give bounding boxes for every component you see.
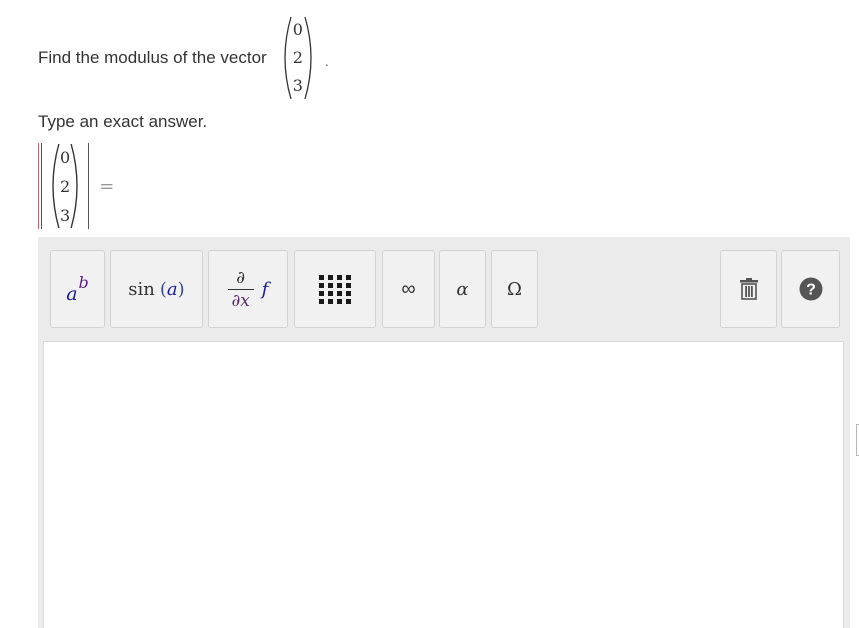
derivative-denominator: ∂x bbox=[231, 290, 250, 311]
vector-entry: 0 bbox=[292, 20, 303, 39]
alpha-icon: α bbox=[456, 278, 469, 300]
help-button[interactable]: ? bbox=[781, 250, 840, 328]
question-suffix: . bbox=[324, 53, 329, 69]
modulus-bar-left-inner bbox=[41, 143, 42, 229]
left-paren bbox=[45, 143, 61, 229]
clear-button[interactable] bbox=[720, 250, 777, 328]
answer-vector: 0 2 3 bbox=[45, 143, 85, 229]
trig-button[interactable]: sin ( a ) bbox=[110, 250, 203, 328]
trig-open-paren: ( bbox=[159, 278, 167, 300]
right-paren bbox=[69, 143, 85, 229]
help-icon: ? bbox=[799, 277, 822, 301]
question-vector: 0 2 3 bbox=[277, 16, 319, 100]
trig-arg: a bbox=[166, 278, 178, 300]
derivative-fraction: ∂ ∂x bbox=[227, 267, 254, 311]
svg-text:?: ? bbox=[806, 282, 816, 299]
trash-icon bbox=[739, 278, 758, 300]
modulus-bar-right bbox=[88, 143, 90, 229]
trig-close-paren: ) bbox=[177, 278, 185, 300]
left-paren bbox=[277, 16, 293, 100]
derivative-func: f bbox=[261, 278, 269, 300]
symbols-button[interactable]: Ω bbox=[491, 250, 538, 328]
math-editor: a b sin ( a ) ∂ ∂x f ∞ α Ω ? bbox=[38, 237, 850, 628]
matrix-button[interactable] bbox=[294, 250, 376, 328]
instruction-text: Type an exact answer. bbox=[38, 112, 208, 131]
question-prefix: Find the modulus of the vector bbox=[38, 48, 267, 67]
derivative-numerator: ∂ bbox=[236, 267, 246, 288]
equals-sign: = bbox=[99, 175, 115, 197]
infinity-button[interactable]: ∞ bbox=[382, 250, 435, 328]
greek-letters-button[interactable]: α bbox=[439, 250, 486, 328]
answer-input-area[interactable] bbox=[43, 341, 844, 628]
omega-icon: Ω bbox=[507, 278, 522, 300]
trig-func: sin bbox=[128, 278, 155, 300]
derivative-button[interactable]: ∂ ∂x f bbox=[208, 250, 288, 328]
matrix-grid-icon bbox=[319, 274, 351, 304]
infinity-icon: ∞ bbox=[401, 277, 416, 300]
vector-entry: 2 bbox=[292, 48, 303, 67]
power-button[interactable]: a b bbox=[50, 250, 105, 328]
fraction-line bbox=[227, 288, 254, 290]
answer-expression: 0 2 3 = bbox=[38, 142, 114, 230]
modulus-bar-left bbox=[38, 143, 39, 229]
power-exponent: b bbox=[78, 272, 89, 292]
vector-entry: 3 bbox=[292, 76, 303, 95]
power-base: a bbox=[66, 283, 78, 305]
question-text: Find the modulus of the vector 0 2 3 . bbox=[38, 10, 329, 106]
right-paren bbox=[303, 16, 319, 100]
